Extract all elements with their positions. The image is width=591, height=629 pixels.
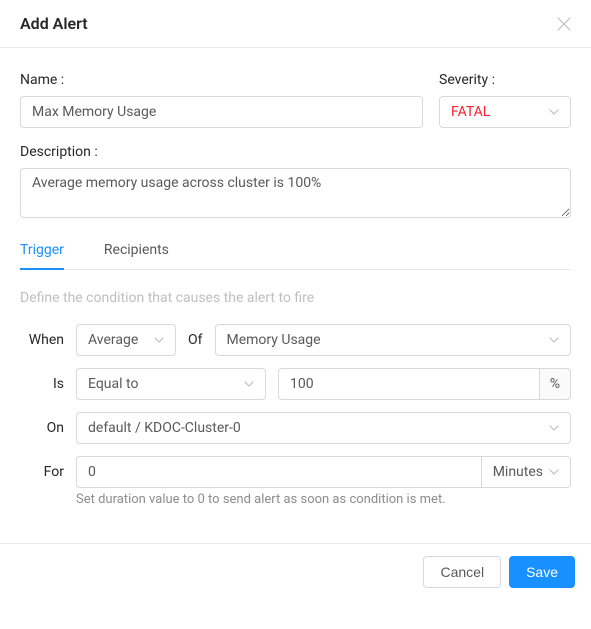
when-label: When	[20, 332, 64, 348]
on-label: On	[20, 420, 64, 436]
threshold-input[interactable]	[278, 368, 539, 400]
close-icon	[557, 17, 571, 31]
aggregation-select[interactable]: Average	[76, 324, 176, 356]
chevron-down-icon	[549, 337, 559, 343]
name-label: Name :	[20, 72, 423, 88]
modal-title: Add Alert	[20, 14, 88, 33]
metric-value: Memory Usage	[227, 332, 544, 348]
modal-header: Add Alert	[0, 0, 591, 48]
tabs: Trigger Recipients	[20, 232, 571, 270]
save-button[interactable]: Save	[509, 556, 575, 588]
is-label: Is	[20, 376, 64, 392]
tab-trigger[interactable]: Trigger	[20, 232, 64, 270]
target-value: default / KDOC-Cluster-0	[88, 420, 543, 436]
cancel-button[interactable]: Cancel	[423, 556, 501, 588]
operator-select[interactable]: Equal to	[76, 368, 266, 400]
duration-input[interactable]	[76, 456, 481, 488]
chevron-down-icon	[244, 381, 254, 387]
aggregation-value: Average	[88, 332, 148, 348]
operator-value: Equal to	[88, 376, 238, 392]
modal-body: Name : Severity : FATAL Description : Tr…	[0, 48, 591, 515]
tab-recipients[interactable]: Recipients	[104, 232, 169, 270]
chevron-down-icon	[549, 469, 559, 475]
of-label: Of	[188, 332, 203, 348]
for-label: For	[20, 464, 64, 480]
chevron-down-icon	[549, 109, 559, 115]
add-alert-modal: Add Alert Name : Severity : FATAL	[0, 0, 591, 600]
modal-footer: Cancel Save	[0, 543, 591, 600]
severity-label: Severity :	[439, 72, 571, 88]
target-select[interactable]: default / KDOC-Cluster-0	[76, 412, 571, 444]
name-input[interactable]	[20, 96, 423, 128]
threshold-unit: %	[539, 368, 571, 400]
duration-unit-select[interactable]: Minutes	[481, 456, 571, 488]
chevron-down-icon	[154, 337, 164, 343]
severity-select[interactable]: FATAL	[439, 96, 571, 128]
close-button[interactable]	[557, 17, 571, 31]
description-label: Description :	[20, 144, 571, 160]
severity-value: FATAL	[451, 104, 543, 120]
trigger-hint: Define the condition that causes the ale…	[20, 290, 571, 306]
metric-select[interactable]: Memory Usage	[215, 324, 572, 356]
description-input[interactable]	[20, 168, 571, 218]
duration-unit-value: Minutes	[493, 464, 543, 480]
duration-hint: Set duration value to 0 to send alert as…	[76, 492, 571, 507]
chevron-down-icon	[549, 425, 559, 431]
